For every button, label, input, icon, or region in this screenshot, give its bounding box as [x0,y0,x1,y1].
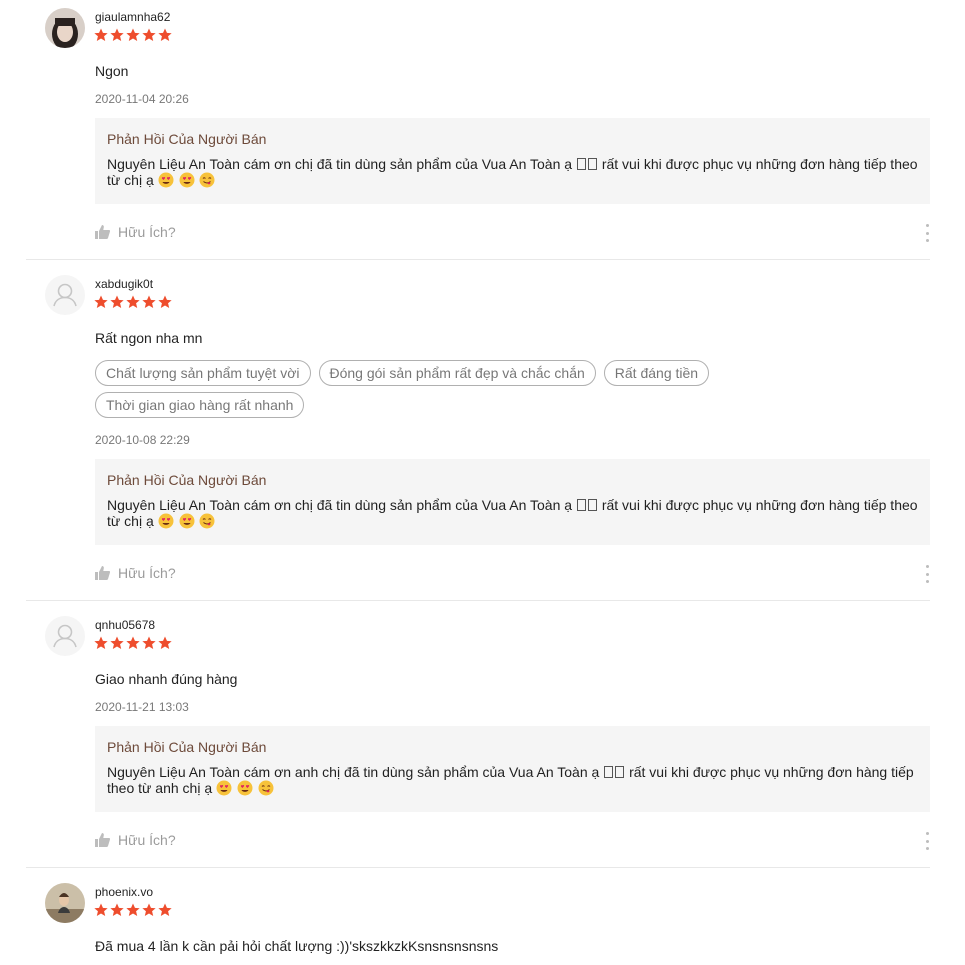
helpful-label: Hữu Ích? [118,832,176,848]
helpful-button[interactable]: Hữu Ích? [95,224,176,240]
heart-eyes-emoji-icon [216,780,232,796]
seller-reply: Phản Hồi Của Người Bán Nguyên Liệu An To… [95,459,930,545]
star-icon [110,28,124,41]
star-icon [110,903,124,916]
heart-eyes-emoji-icon [179,513,195,529]
thumbs-up-icon [95,566,110,580]
review-time: 2020-11-04 20:26 [95,92,189,106]
review-item: phoenix.vo Đã mua 4 lần k cần pải hỏi ch… [26,883,930,965]
helpful-button[interactable]: Hữu Ích? [95,565,176,581]
star-icon [110,636,124,649]
seller-reply-title: Phản Hồi Của Người Bán [107,472,267,488]
star-icon [126,903,140,916]
heart-eyes-emoji-icon [237,780,253,796]
review-time: 2020-10-08 22:29 [95,433,190,447]
review-comment: Ngon [95,63,129,79]
rating-stars [94,28,172,42]
seller-reply-text: Nguyên Liệu An Toàn cám ơn chị đã tin dù… [107,497,918,529]
user-avatar[interactable] [45,275,85,315]
rating-stars [94,903,172,917]
seller-reply: Phản Hồi Của Người Bán Nguyên Liệu An To… [95,726,930,812]
yum-emoji-icon [199,172,215,188]
rating-stars [94,295,172,309]
review-tag: Rất đáng tiền [603,360,710,386]
avatar-photo-icon [45,883,85,923]
more-options-icon[interactable] [924,832,930,850]
user-avatar[interactable] [45,8,85,48]
more-options-icon[interactable] [924,224,930,242]
star-icon [142,295,156,308]
seller-reply-title: Phản Hồi Của Người Bán [107,131,267,147]
default-user-icon [53,283,77,307]
yum-emoji-icon [199,513,215,529]
default-user-icon [53,624,77,648]
seller-reply-text: Nguyên Liệu An Toàn cám ơn anh chị đã ti… [107,764,914,796]
review-tag: Chất lượng sản phẩm tuyệt vời [95,360,311,386]
star-icon [126,636,140,649]
seller-reply-text: Nguyên Liệu An Toàn cám ơn chị đã tin dù… [107,156,918,188]
review-item: xabdugik0t Rất ngon nha mn Chất lượng sả… [26,275,930,601]
star-icon [158,295,172,308]
avatar-photo-icon [45,8,85,48]
star-icon [126,28,140,41]
review-comment: Đã mua 4 lần k cần pải hỏi chất lượng :)… [95,938,499,954]
seller-reply: Phản Hồi Của Người Bán Nguyên Liệu An To… [95,118,930,204]
star-icon [94,28,108,41]
username[interactable]: giaulamnha62 [95,10,170,24]
helpful-label: Hữu Ích? [118,224,176,240]
helpful-label: Hữu Ích? [118,565,176,581]
user-avatar[interactable] [45,616,85,656]
user-avatar[interactable] [45,883,85,923]
star-icon [110,295,124,308]
heart-eyes-emoji-icon [158,172,174,188]
review-comment: Rất ngon nha mn [95,330,203,346]
review-tag: Thời gian giao hàng rất nhanh [95,392,305,418]
review-tags: Chất lượng sản phẩm tuyệt vời Đóng gói s… [95,360,815,418]
star-icon [158,903,172,916]
star-icon [94,636,108,649]
username[interactable]: qnhu05678 [95,618,155,632]
username[interactable]: xabdugik0t [95,277,153,291]
heart-eyes-emoji-icon [158,513,174,529]
heart-eyes-emoji-icon [179,172,195,188]
thumbs-up-icon [95,225,110,239]
helpful-button[interactable]: Hữu Ích? [95,832,176,848]
more-options-icon[interactable] [924,565,930,583]
review-time: 2020-11-21 13:03 [95,700,189,714]
review-item: giaulamnha62 Ngon 2020-11-04 20:26 Phản … [26,8,930,260]
rating-stars [94,636,172,650]
star-icon [94,295,108,308]
review-tag: Đóng gói sản phẩm rất đẹp và chắc chắn [318,360,596,386]
star-icon [142,28,156,41]
star-icon [158,28,172,41]
star-icon [142,903,156,916]
star-icon [142,636,156,649]
yum-emoji-icon [258,780,274,796]
thumbs-up-icon [95,833,110,847]
review-comment: Giao nhanh đúng hàng [95,671,238,687]
star-icon [126,295,140,308]
star-icon [158,636,172,649]
star-icon [94,903,108,916]
seller-reply-title: Phản Hồi Của Người Bán [107,739,267,755]
username[interactable]: phoenix.vo [95,885,153,899]
review-item: qnhu05678 Giao nhanh đúng hàng 2020-11-2… [26,616,930,868]
